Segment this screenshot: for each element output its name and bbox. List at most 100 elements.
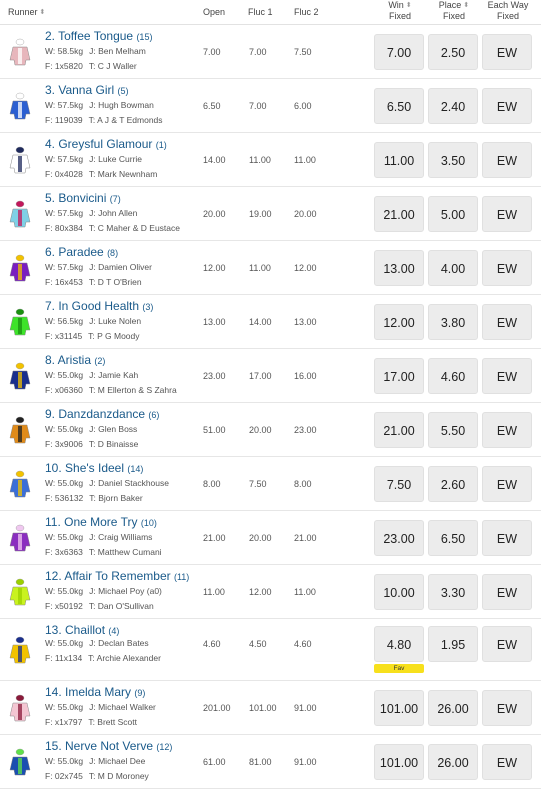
each-way-button[interactable]: EW [482,142,532,178]
win-odds-button[interactable]: 13.00 [374,250,424,286]
runner-name-link[interactable]: 2. Toffee Tongue (15) [45,29,152,43]
jockey: J: Craig Williams [89,532,153,542]
runner-line-1: W: 57.5kg J: Luke Currie [45,154,142,164]
win-odds-button[interactable]: 7.00 [374,34,424,70]
each-way-button[interactable]: EW [482,744,532,780]
runner-row: 11. One More Try (10) W: 55.0kg J: Craig W… [0,511,541,565]
each-way-button[interactable]: EW [482,690,532,726]
place-odds-button[interactable]: 1.95 [428,626,478,662]
silk-navy-yellow-icon [9,362,31,390]
place-odds-button[interactable]: 26.00 [428,744,478,780]
runner-name-link[interactable]: 7. In Good Health (3) [45,299,153,313]
fluc1-price: 20.00 [249,425,272,435]
each-way-button[interactable]: EW [482,466,532,502]
form: F: 16x453 [45,277,83,287]
win-fixed-column-header[interactable]: Win ⬍ Fixed [378,0,422,22]
form: F: 11x134 [45,653,83,663]
runner-name-link[interactable]: 8. Aristia (2) [45,353,105,367]
sort-icon[interactable]: ⬍ [463,0,469,11]
place-odds-button[interactable]: 4.60 [428,358,478,394]
form: F: 3x6363 [45,547,83,557]
jockey: J: Luke Currie [89,154,143,164]
runner-line-2: F: 3x6363 T: Matthew Cumani [45,547,162,557]
runner-line-1: W: 57.5kg J: Hugh Bowman [45,100,154,110]
place-odds-button[interactable]: 6.50 [428,520,478,556]
runner-row: 13. Chaillot (4) W: 55.0kg J: Declan Bates… [0,619,541,681]
place-header-line1: Place [438,0,462,10]
each-way-button[interactable]: EW [482,250,532,286]
trainer: T: Brett Scott [88,717,137,727]
place-odds-button[interactable]: 3.80 [428,304,478,340]
win-odds-button[interactable]: 11.00 [374,142,424,178]
weight: W: 55.0kg [45,370,84,380]
place-odds-button[interactable]: 3.30 [428,574,478,610]
place-odds-button[interactable]: 2.60 [428,466,478,502]
each-way-button[interactable]: EW [482,88,532,124]
runner-column-header[interactable]: Runner ⬍ [8,7,45,18]
runner-name: 9. Danzdanzdance [45,407,146,421]
each-way-button[interactable]: EW [482,412,532,448]
runner-name-link[interactable]: 5. Bonvicini (7) [45,191,121,205]
weight: W: 55.0kg [45,532,84,542]
place-odds-button[interactable]: 26.00 [428,690,478,726]
trainer: T: Bjorn Baker [89,493,143,503]
each-way-button[interactable]: EW [482,34,532,70]
place-odds-button[interactable]: 3.50 [428,142,478,178]
win-odds-button[interactable]: 21.00 [374,412,424,448]
fluc1-price: 4.50 [249,639,267,649]
runner-name-link[interactable]: 11. One More Try (10) [45,515,157,529]
runner-name-link[interactable]: 12. Affair To Remember (11) [45,569,189,583]
place-odds-button[interactable]: 5.50 [428,412,478,448]
runner-name-link[interactable]: 4. Greysful Glamour (1) [45,137,167,151]
fluc2-column-header: Fluc 2 [294,7,319,17]
runner-line-1: W: 55.0kg J: Glen Boss [45,424,137,434]
runner-name-link[interactable]: 6. Paradee (8) [45,245,118,259]
win-odds-button[interactable]: 4.80 [374,626,424,662]
weight: W: 57.5kg [45,154,84,164]
place-odds-button[interactable]: 2.50 [428,34,478,70]
win-odds-button[interactable]: 101.00 [374,744,424,780]
each-way-button[interactable]: EW [482,520,532,556]
jockey: J: Michael Poy (a0) [89,586,162,596]
each-way-button[interactable]: EW [482,304,532,340]
win-odds-button[interactable]: 10.00 [374,574,424,610]
place-fixed-column-header[interactable]: Place ⬍ Fixed [432,0,476,22]
runner-name-link[interactable]: 9. Danzdanzdance (6) [45,407,159,421]
open-price: 23.00 [203,371,226,381]
fluc1-price: 11.00 [249,155,271,165]
win-odds-button[interactable]: 6.50 [374,88,424,124]
sort-icon[interactable]: ⬍ [406,0,412,11]
weight: W: 55.0kg [45,756,84,766]
fluc2-price: 91.00 [294,703,317,713]
runner-row: 7. In Good Health (3) W: 56.5kg J: Luke No… [0,295,541,349]
win-odds-button[interactable]: 17.00 [374,358,424,394]
fluc2-price: 23.00 [294,425,317,435]
win-odds-button[interactable]: 12.00 [374,304,424,340]
form: F: x31145 [45,331,83,341]
runner-name-link[interactable]: 15. Nerve Not Verve (12) [45,739,172,753]
barrier: (4) [108,626,120,636]
fluc1-price: 7.00 [249,47,267,57]
trainer: T: Matthew Cumani [88,547,162,557]
place-odds-button[interactable]: 2.40 [428,88,478,124]
win-odds-button[interactable]: 7.50 [374,466,424,502]
place-odds-button[interactable]: 4.00 [428,250,478,286]
runner-name-link[interactable]: 14. Imelda Mary (9) [45,685,145,699]
win-odds-button[interactable]: 101.00 [374,690,424,726]
each-way-button[interactable]: EW [482,626,532,662]
place-odds-button[interactable]: 5.00 [428,196,478,232]
fluc2-price: 4.60 [294,639,312,649]
each-way-button[interactable]: EW [482,196,532,232]
each-way-button[interactable]: EW [482,358,532,394]
each-way-button[interactable]: EW [482,574,532,610]
runner-row: 3. Vanna Girl (5) W: 57.5kg J: Hugh Bowman… [0,79,541,133]
runner-name-link[interactable]: 3. Vanna Girl (5) [45,83,129,97]
runner-name-link[interactable]: 10. She's Ideel (14) [45,461,143,475]
win-odds-button[interactable]: 23.00 [374,520,424,556]
runner-name-link[interactable]: 13. Chaillot (4) [45,623,119,637]
runner-row: 5. Bonvicini (7) W: 57.5kg J: John Allen F:… [0,187,541,241]
win-odds-button[interactable]: 21.00 [374,196,424,232]
barrier: (15) [136,32,153,42]
runner-row: 6. Paradee (8) W: 57.5kg J: Damien Oliver F… [0,241,541,295]
sort-icon[interactable]: ⬍ [40,7,46,18]
